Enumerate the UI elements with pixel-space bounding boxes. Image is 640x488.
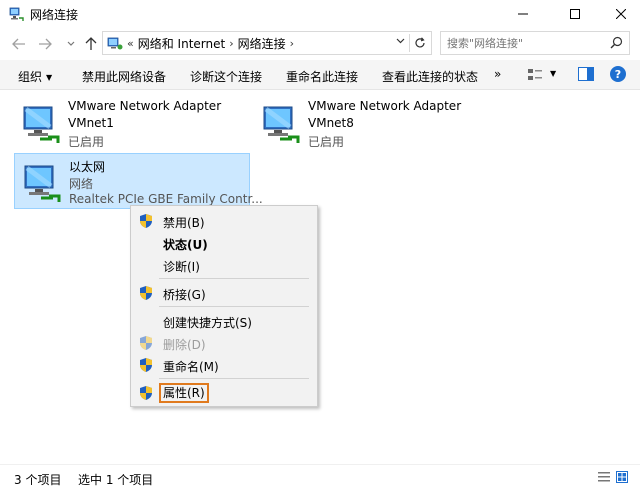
menu-item-label: 桥接(G) — [163, 288, 206, 302]
network-adapter-icon — [263, 106, 300, 143]
large-icons-view-icon[interactable] — [616, 471, 628, 483]
crumb-chevron-icon[interactable]: › — [290, 37, 294, 50]
menu-item-bridge[interactable]: 桥接(G) — [131, 282, 317, 304]
search-input[interactable] — [447, 36, 607, 50]
menu-item-rename[interactable]: 重命名(M) — [131, 354, 317, 376]
help-icon: ? — [614, 67, 622, 81]
view-status-button[interactable]: 查看此连接的状态 — [382, 68, 478, 85]
view-options-dropdown[interactable]: ▼ — [550, 69, 556, 78]
maximize-button[interactable] — [552, 0, 598, 28]
adapter-ethernet[interactable]: 以太网 网络 Realtek PCIe GBE Family Contr... — [14, 153, 263, 209]
forward-button[interactable] — [36, 36, 54, 52]
arrow-right-icon — [39, 38, 52, 50]
menu-item-diagnose[interactable]: 诊断(I) — [131, 254, 317, 276]
item-count: 3 个项目 — [14, 473, 62, 487]
ethernet-adapter-icon — [24, 165, 61, 202]
menu-item-create-shortcut[interactable]: 创建快捷方式(S) — [131, 310, 317, 332]
caret-down-icon: ▼ — [46, 73, 53, 82]
network-adapter-icon — [23, 106, 60, 143]
address-row: « 网络和 Internet › 网络连接 › — [0, 28, 640, 60]
change-view-icon[interactable] — [526, 66, 544, 84]
chevron-down-icon — [67, 41, 75, 46]
arrow-left-icon — [12, 38, 25, 50]
refresh-button[interactable] — [409, 34, 427, 52]
overflow-crumb[interactable]: « — [127, 37, 134, 50]
status-bar: 3 个项目 选中 1 个项目 — [0, 464, 640, 488]
command-bar: 组织 ▼ 禁用此网络设备 诊断这个连接 重命名此连接 查看此连接的状态 » ▼ ? — [0, 60, 640, 90]
minimize-button[interactable] — [500, 0, 546, 28]
close-icon — [616, 9, 626, 19]
refresh-icon — [415, 37, 425, 48]
menu-item-properties[interactable]: 属性(R) — [131, 382, 317, 404]
help-button[interactable]: ? — [610, 66, 626, 82]
disable-device-button[interactable]: 禁用此网络设备 — [82, 68, 166, 85]
organize-label: 组织 — [18, 70, 43, 84]
menu-separator — [159, 306, 309, 307]
menu-item-disable[interactable]: 禁用(B) — [131, 210, 317, 232]
crumb-network-internet[interactable]: 网络和 Internet — [138, 35, 225, 52]
search-box[interactable] — [440, 31, 630, 55]
organize-button[interactable]: 组织 ▼ — [18, 68, 52, 85]
address-bar[interactable]: « 网络和 Internet › 网络连接 › — [102, 31, 432, 55]
search-icon — [610, 36, 623, 49]
menu-item-status[interactable]: 状态(U) — [131, 232, 317, 254]
crumb-network-connections[interactable]: 网络连接 — [238, 35, 286, 52]
network-folder-icon — [107, 37, 123, 50]
preview-pane-icon[interactable] — [578, 67, 594, 81]
adapter-device: Realtek PCIe GBE Family Contr... — [69, 192, 263, 206]
uac-shield-icon — [140, 214, 152, 228]
recent-locations-button[interactable] — [62, 36, 80, 52]
menu-item-delete: 删除(D) — [131, 332, 317, 354]
uac-shield-icon — [140, 286, 152, 300]
minimize-icon — [518, 13, 528, 15]
title-bar: 网络连接 — [0, 0, 640, 28]
uac-shield-icon — [140, 358, 152, 372]
menu-separator — [159, 278, 309, 279]
adapter-status: 已启用 — [308, 135, 345, 149]
menu-item-label: 诊断(I) — [163, 260, 200, 274]
adapter-status: 已启用 — [68, 135, 105, 149]
menu-item-label: 创建快捷方式(S) — [163, 316, 252, 330]
menu-item-label: 属性(R) — [159, 383, 209, 403]
close-button[interactable] — [598, 0, 640, 28]
context-menu: 禁用(B) 状态(U) 诊断(I) 桥接(G) 创建快捷方式(S) 删除(D) … — [130, 205, 318, 407]
uac-shield-icon — [140, 386, 152, 400]
diagnose-button[interactable]: 诊断这个连接 — [190, 68, 262, 85]
menu-item-label: 重命名(M) — [163, 360, 219, 374]
menu-item-label: 删除(D) — [163, 338, 206, 352]
maximize-icon — [570, 9, 580, 19]
arrow-up-icon — [85, 37, 97, 50]
file-list: VMware Network Adapter VMnet1 已启用 VMware… — [0, 91, 640, 463]
menu-item-label: 禁用(B) — [163, 216, 205, 230]
address-dropdown-icon[interactable] — [396, 36, 405, 47]
adapter-connection: VMnet8 — [308, 116, 354, 130]
menu-separator — [159, 378, 309, 379]
adapter-vmnet1[interactable]: VMware Network Adapter VMnet1 已启用 — [14, 95, 250, 153]
more-commands-button[interactable]: » — [494, 67, 501, 81]
adapter-connection: VMnet1 — [68, 116, 114, 130]
back-button[interactable] — [10, 36, 28, 52]
adapter-network: 网络 — [69, 177, 94, 191]
adapter-name: VMware Network Adapter — [68, 99, 222, 113]
up-button[interactable] — [82, 36, 100, 52]
window-title: 网络连接 — [30, 8, 79, 22]
adapter-name: 以太网 — [69, 160, 106, 174]
rename-button[interactable]: 重命名此连接 — [286, 68, 358, 85]
adapter-name: VMware Network Adapter — [308, 99, 462, 113]
network-connections-icon — [9, 7, 24, 21]
uac-shield-icon — [140, 336, 152, 350]
details-view-icon[interactable] — [598, 471, 610, 483]
selected-count: 选中 1 个项目 — [78, 473, 154, 487]
menu-item-label: 状态(U) — [163, 238, 208, 252]
adapter-vmnet8[interactable]: VMware Network Adapter VMnet8 已启用 — [254, 95, 490, 153]
crumb-chevron-icon[interactable]: › — [229, 37, 233, 50]
